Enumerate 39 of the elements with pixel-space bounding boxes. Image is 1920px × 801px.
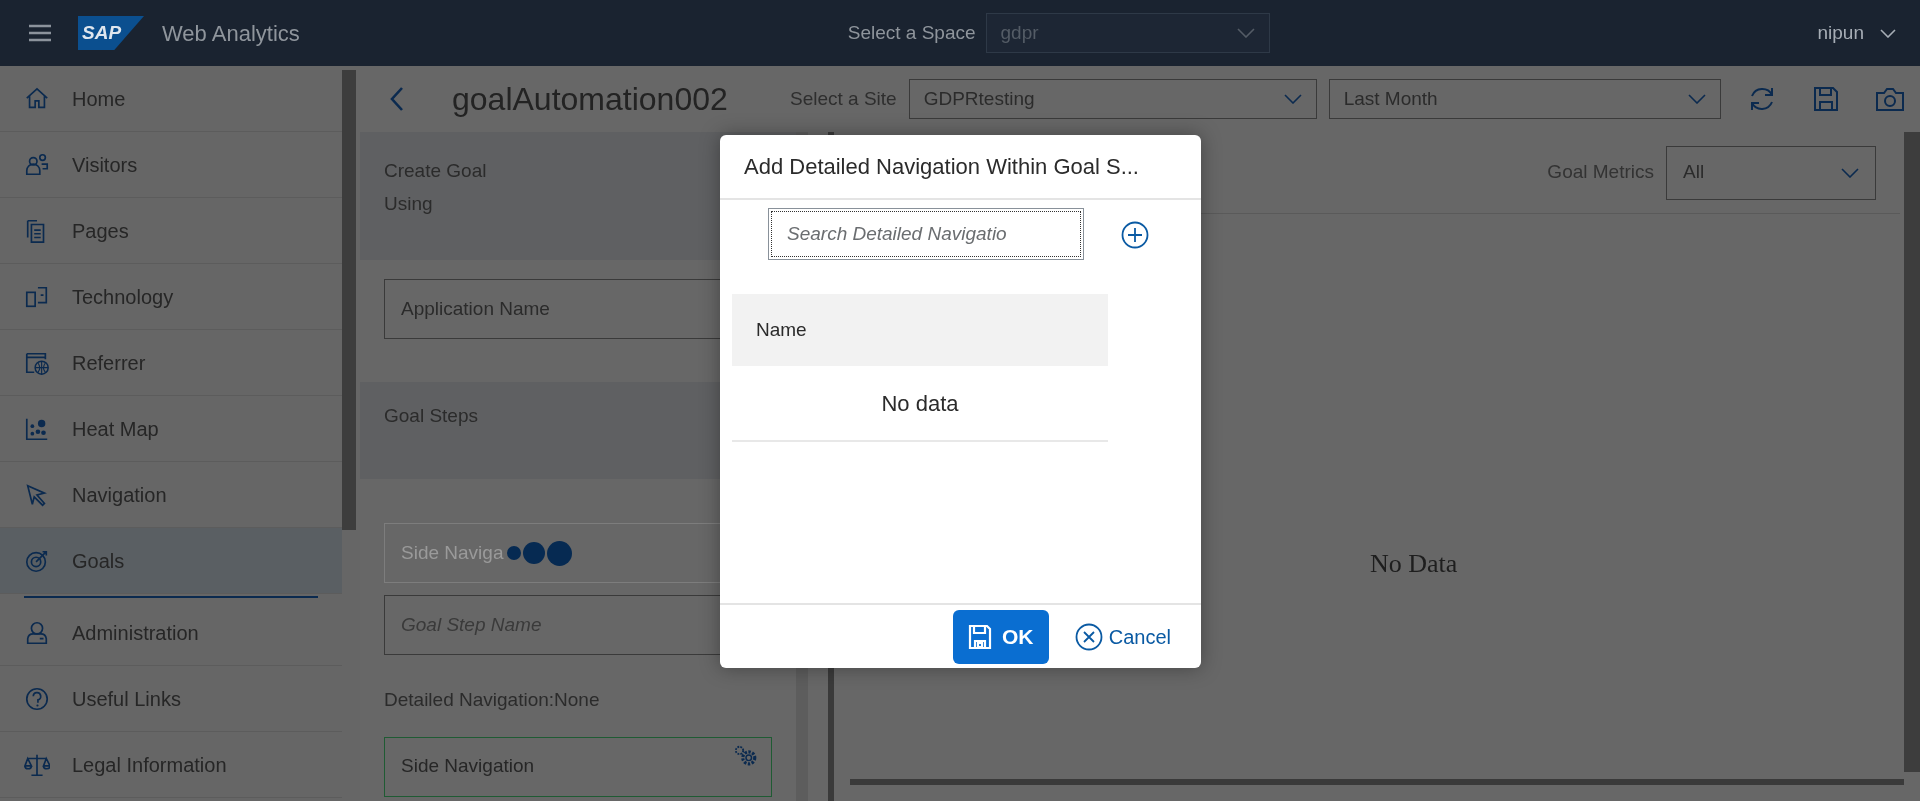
space-label: Select a Space	[847, 20, 976, 45]
menu-icon[interactable]	[28, 23, 52, 43]
chevron-down-icon	[1841, 167, 1859, 178]
period-dropdown[interactable]: Last Month	[1328, 79, 1721, 119]
section-title: Create Goal Using	[384, 159, 488, 216]
scrollbar[interactable]	[1904, 132, 1920, 772]
nav-item[interactable]: Goals	[0, 528, 342, 594]
save-icon[interactable]	[1812, 86, 1839, 112]
section-title: Goal Steps	[384, 405, 478, 426]
app-title: Web Analytics	[162, 19, 300, 48]
scrollbar[interactable]	[850, 779, 1904, 785]
chevron-down-icon	[1283, 94, 1302, 104]
person-icon	[24, 619, 50, 646]
site-dropdown[interactable]: GDPRtesting	[908, 79, 1317, 119]
step-field[interactable]: Side Navigation	[384, 736, 772, 797]
camera-icon[interactable]	[1874, 86, 1905, 112]
people-icon	[24, 151, 50, 178]
ok-button[interactable]: OK	[952, 609, 1049, 664]
site-label: Select a Site	[790, 86, 897, 111]
cancel-button[interactable]: Cancel	[1074, 621, 1171, 652]
gears-icon[interactable]	[733, 743, 759, 768]
scrollbar[interactable]	[342, 70, 356, 530]
detailed-navigation-label: Detailed Navigation:None	[384, 688, 601, 712]
chevron-down-icon[interactable]	[1880, 28, 1896, 38]
empty-message: No data	[881, 389, 959, 418]
chevron-down-icon	[1687, 94, 1706, 104]
dialog-title: Add Detailed Navigation Within Goal S...	[744, 153, 1139, 181]
metrics-dropdown[interactable]: All	[1666, 145, 1876, 200]
chevron-down-icon	[1236, 28, 1255, 38]
help-icon	[24, 685, 50, 712]
cancel-icon	[1074, 622, 1103, 651]
search-field[interactable]: Search Detailed Navigatio	[768, 208, 1084, 260]
back-icon[interactable]	[390, 86, 404, 112]
empty-message: No Data	[1370, 548, 1458, 580]
save-icon	[968, 623, 992, 650]
user-name[interactable]: nipun	[1817, 18, 1864, 48]
add-icon[interactable]	[1121, 221, 1149, 249]
page-title: goalAutomation002	[452, 80, 729, 119]
logo: SAP	[78, 16, 144, 50]
